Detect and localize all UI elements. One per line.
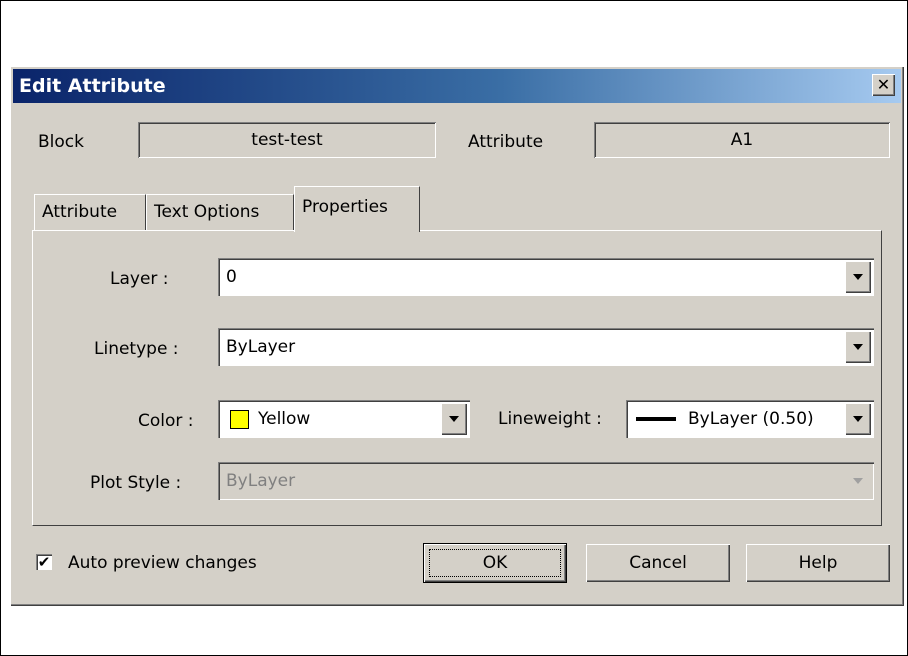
cancel-button-label: Cancel xyxy=(629,553,687,573)
plot-style-label: Plot Style : xyxy=(90,473,182,493)
linetype-dropdown[interactable]: ByLayer xyxy=(218,328,874,366)
tab-properties[interactable]: Properties xyxy=(294,186,420,232)
plot-style-value: ByLayer xyxy=(226,471,296,491)
layer-value: 0 xyxy=(226,267,237,287)
attribute-label: Attribute xyxy=(468,132,544,152)
lineweight-dropdown-arrow-icon[interactable] xyxy=(845,403,871,435)
lineweight-dropdown[interactable]: ByLayer (0.50) xyxy=(626,400,874,438)
checkmark-icon: ✔ xyxy=(37,553,51,571)
ok-button[interactable]: OK xyxy=(423,543,567,583)
close-button[interactable]: ✕ xyxy=(872,74,895,96)
block-value-field: test-test xyxy=(138,122,436,158)
lineweight-label: Lineweight : xyxy=(498,409,602,429)
tab-attribute[interactable]: Attribute xyxy=(34,194,146,230)
plot-style-dropdown: ByLayer xyxy=(218,462,874,500)
title-bar[interactable]: Edit Attribute ✕ xyxy=(13,69,901,103)
cancel-button[interactable]: Cancel xyxy=(586,544,730,582)
lineweight-sample-icon xyxy=(636,417,676,421)
tab-text-options[interactable]: Text Options xyxy=(146,194,294,230)
layer-label: Layer : xyxy=(110,269,169,289)
help-button-label: Help xyxy=(798,553,838,573)
linetype-label: Linetype : xyxy=(94,339,179,359)
tab-text-options-label: Text Options xyxy=(154,202,260,222)
auto-preview-checkbox[interactable]: ✔ xyxy=(36,554,52,570)
layer-dropdown-arrow-icon[interactable] xyxy=(845,261,871,293)
color-label: Color : xyxy=(138,411,194,431)
linetype-value: ByLayer xyxy=(226,337,296,357)
edit-attribute-dialog: Edit Attribute ✕ Block test-test Attribu… xyxy=(10,66,904,606)
linetype-dropdown-arrow-icon[interactable] xyxy=(845,331,871,363)
tab-properties-label: Properties xyxy=(302,197,388,217)
tab-attribute-label: Attribute xyxy=(42,202,118,222)
layer-dropdown[interactable]: 0 xyxy=(218,258,874,296)
color-dropdown[interactable]: Yellow xyxy=(218,400,470,438)
ok-focus-ring xyxy=(429,549,561,577)
dialog-title: Edit Attribute xyxy=(19,75,166,97)
lineweight-value: ByLayer (0.50) xyxy=(688,409,814,429)
color-swatch-icon xyxy=(230,410,249,429)
block-value: test-test xyxy=(251,130,323,150)
plot-style-dropdown-arrow-icon xyxy=(845,465,871,497)
close-icon: ✕ xyxy=(876,75,891,94)
help-button[interactable]: Help xyxy=(746,544,890,582)
color-value: Yellow xyxy=(258,409,311,429)
auto-preview-label[interactable]: Auto preview changes xyxy=(68,553,257,573)
attribute-value-field: A1 xyxy=(594,122,890,158)
block-label: Block xyxy=(38,132,84,152)
attribute-value: A1 xyxy=(730,130,754,150)
color-dropdown-arrow-icon[interactable] xyxy=(441,403,467,435)
